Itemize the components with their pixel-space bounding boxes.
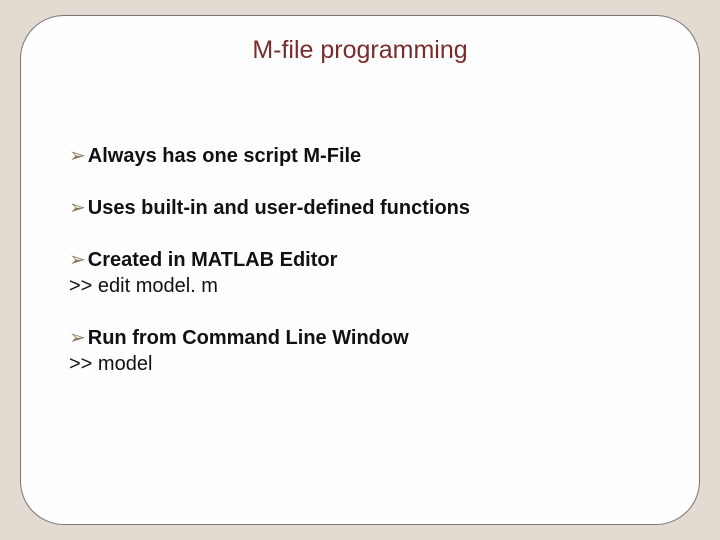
bullet-label: Uses built-in and user-defined functions (88, 195, 470, 221)
code-line: >> model (69, 351, 651, 377)
chevron-right-icon: ➢ (69, 143, 86, 169)
chevron-right-icon: ➢ (69, 195, 86, 221)
slide-title: M-file programming (129, 36, 591, 65)
bullet-label: Always has one script M-File (88, 143, 361, 169)
bullet-head: ➢ Uses built-in and user-defined functio… (69, 195, 651, 221)
chevron-right-icon: ➢ (69, 247, 86, 273)
bullet-label: Run from Command Line Window (88, 325, 409, 351)
bullet-item: ➢ Run from Command Line Window >> model (69, 325, 651, 377)
bullet-head: ➢ Created in MATLAB Editor (69, 247, 651, 273)
code-line: >> edit model. m (69, 273, 651, 299)
bullet-item: ➢ Created in MATLAB Editor >> edit model… (69, 247, 651, 299)
bullet-label: Created in MATLAB Editor (88, 247, 338, 273)
bullet-item: ➢ Always has one script M-File (69, 143, 651, 169)
slide-card: M-file programming ➢ Always has one scri… (20, 15, 700, 525)
bullet-head: ➢ Always has one script M-File (69, 143, 651, 169)
bullet-head: ➢ Run from Command Line Window (69, 325, 651, 351)
chevron-right-icon: ➢ (69, 325, 86, 351)
bullet-item: ➢ Uses built-in and user-defined functio… (69, 195, 651, 221)
